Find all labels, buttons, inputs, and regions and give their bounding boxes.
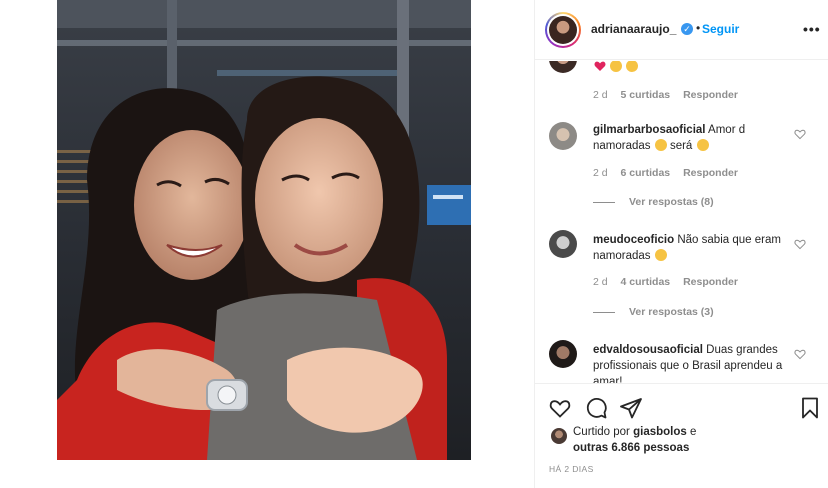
comment-text: gilmarbarbosaoficial Amor d namoradas se… — [593, 122, 791, 154]
replies-divider-line — [593, 201, 615, 203]
author-avatar-image — [549, 16, 577, 44]
smiling-cat-emoji-icon — [610, 61, 623, 72]
liked-by-conj: e — [689, 426, 697, 438]
view-replies-label: Ver respostas (8) — [629, 196, 714, 208]
liked-by-avatar[interactable] — [551, 428, 567, 444]
heart-outline-icon[interactable] — [794, 238, 806, 250]
liked-by-line: Curtido por giasbolos e — [573, 424, 696, 440]
comment-meta: 2 d 4 curtidas Responder — [593, 276, 748, 288]
author-avatar[interactable] — [545, 12, 581, 48]
comment-meta: 2 d 5 curtidas Responder — [593, 89, 748, 101]
comment-avatar[interactable] — [549, 230, 577, 258]
verified-badge-icon: ✓ — [681, 23, 693, 35]
share-icon[interactable] — [619, 396, 643, 420]
comment-meta: 2 d 6 curtidas Responder — [593, 167, 748, 179]
liked-by-others[interactable]: outras 6.866 pessoas — [573, 442, 689, 454]
comment-avatar[interactable] — [549, 61, 577, 73]
comment-text — [593, 61, 791, 75]
heart-emoji-icon — [594, 61, 606, 72]
reply-button[interactable]: Responder — [683, 89, 738, 101]
comment-username[interactable]: edvaldosousaoficial — [593, 344, 703, 356]
view-replies-label: Ver respostas (3) — [629, 306, 714, 318]
comment-time: 2 d — [593, 276, 608, 288]
author-username[interactable]: adrianaaraujo_ — [591, 22, 676, 36]
comment-icon[interactable] — [584, 396, 608, 420]
comment-avatar[interactable] — [549, 340, 577, 368]
post-photo[interactable] — [57, 0, 471, 460]
view-replies-button[interactable]: Ver respostas (8) — [593, 196, 714, 208]
post-photo-image — [57, 0, 471, 460]
post-header: adrianaaraujo_ ✓ • Seguir ••• — [535, 0, 828, 60]
comment-likes[interactable]: 5 curtidas — [621, 89, 671, 101]
replies-divider-line — [593, 311, 615, 313]
header-separator: • — [696, 21, 701, 35]
reply-button[interactable]: Responder — [683, 276, 738, 288]
comment-body-suffix: será — [669, 140, 693, 152]
comment-username[interactable]: gilmarbarbosaoficial — [593, 124, 705, 136]
follow-button[interactable]: Seguir — [702, 22, 739, 36]
thinking-emoji-icon — [696, 139, 709, 151]
liked-by-user[interactable]: giasbolos — [633, 426, 687, 438]
view-replies-button[interactable]: Ver respostas (3) — [593, 306, 714, 318]
reply-button[interactable]: Responder — [683, 167, 738, 179]
comment-time: 2 d — [593, 167, 608, 179]
post-sidebar: adrianaaraujo_ ✓ • Seguir ••• 2 d 5 curt… — [534, 0, 828, 488]
more-options-icon[interactable]: ••• — [803, 21, 821, 37]
comment-text: edvaldosousaoficial Duas grandes profiss… — [593, 342, 791, 383]
comment-avatar[interactable] — [549, 122, 577, 150]
heart-icon[interactable] — [548, 396, 572, 420]
comment-likes[interactable]: 6 curtidas — [621, 167, 671, 179]
comments-list[interactable]: 2 d 5 curtidas Responder gilmarbarbosaof… — [535, 61, 828, 383]
comment-username[interactable]: meudoceoficio — [593, 234, 674, 246]
comment-likes[interactable]: 4 curtidas — [621, 276, 671, 288]
author-avatar-frame — [547, 14, 579, 46]
post-timestamp[interactable]: HÁ 2 DIAS — [549, 464, 594, 474]
comment-text: meudoceoficio Não sabia que eram namorad… — [593, 232, 791, 264]
bookmark-icon[interactable] — [798, 396, 822, 420]
heart-outline-icon[interactable] — [794, 348, 806, 360]
liked-by-others-line: outras 6.866 pessoas — [573, 440, 689, 456]
thinking-emoji-icon — [654, 139, 667, 151]
smiling-cat-emoji-icon — [626, 61, 639, 72]
smiling-emoji-icon — [654, 249, 667, 261]
liked-by-prefix: Curtido por — [573, 426, 630, 438]
comment-time: 2 d — [593, 89, 608, 101]
heart-outline-icon[interactable] — [794, 128, 806, 140]
